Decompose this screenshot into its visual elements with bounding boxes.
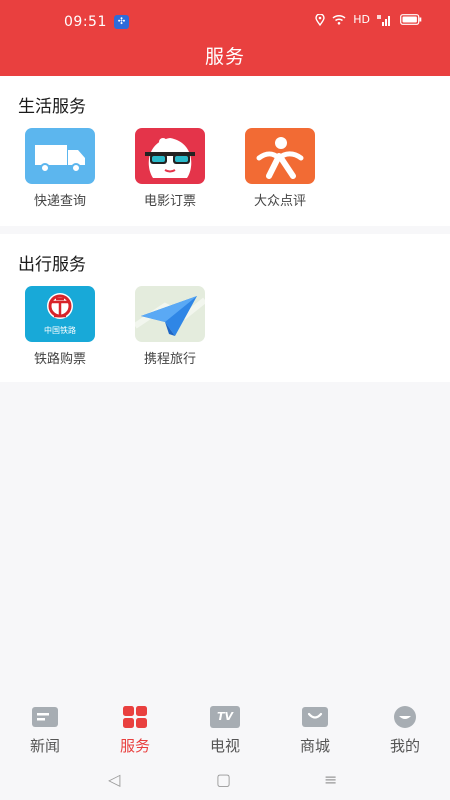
notification-icon: ✣	[114, 15, 129, 29]
news-icon	[31, 706, 59, 728]
railway-icon: 中国铁路	[25, 286, 95, 342]
service-tile-railway[interactable]: 中国铁路 铁路购票	[10, 286, 110, 367]
tab-mall[interactable]: 商城	[270, 700, 360, 762]
shop-icon	[301, 706, 329, 728]
movie-glasses-icon	[135, 128, 205, 184]
tab-news[interactable]: 新闻	[0, 700, 90, 762]
smile-icon	[391, 706, 419, 728]
tab-services[interactable]: 服务	[90, 700, 180, 762]
home-icon[interactable]: ▢	[216, 770, 231, 789]
service-tile-dianping[interactable]: 大众点评	[230, 128, 330, 209]
tile-label: 快递查询	[33, 194, 86, 209]
tile-label: 大众点评	[253, 194, 306, 209]
tab-tv[interactable]: TV 电视	[180, 700, 270, 762]
service-tile-movie[interactable]: 电影订票	[120, 128, 220, 209]
tab-label: 电视	[209, 737, 240, 755]
section-title: 生活服务	[18, 97, 86, 117]
menu-icon[interactable]: ≡	[324, 770, 337, 789]
travel-services-section: 出行服务 中国铁路 铁路购票 携程旅行	[0, 234, 450, 382]
network-type: HD	[353, 13, 370, 26]
tile-label: 铁路购票	[33, 352, 86, 367]
top-header: 09:51 ✣ HD 服务	[0, 0, 450, 76]
life-services-section: 生活服务 快递查询 电影订票 大众点评	[0, 76, 450, 226]
tv-icon: TV	[210, 706, 240, 728]
tile-label: 携程旅行	[143, 352, 196, 367]
page-title: 服务	[204, 46, 245, 68]
tab-label: 商城	[299, 737, 330, 755]
tab-profile[interactable]: 我的	[360, 700, 450, 762]
tab-label: 新闻	[29, 737, 60, 755]
status-icons: HD	[315, 13, 422, 26]
location-icon	[315, 13, 325, 26]
bottom-tab-bar: 新闻 服务 TV 电视 商城 我的	[0, 700, 450, 762]
tv-icon-text: TV	[210, 706, 240, 728]
dianping-icon	[245, 128, 315, 184]
tab-label: 服务	[119, 737, 150, 755]
clock: 09:51	[64, 14, 107, 30]
tile-label: 电影订票	[143, 194, 196, 209]
battery-icon	[400, 14, 422, 25]
service-tile-ctrip[interactable]: 携程旅行	[120, 286, 220, 367]
paper-plane-icon	[135, 286, 205, 342]
tab-label: 我的	[389, 737, 420, 755]
delivery-truck-icon	[25, 128, 95, 184]
back-icon[interactable]: ◁	[108, 770, 120, 789]
system-nav-bar: ◁ ▢ ≡	[0, 762, 450, 800]
railway-icon-text: 中国铁路	[44, 326, 76, 335]
wifi-icon	[332, 14, 346, 25]
grid-icon	[121, 706, 149, 728]
service-tile-express[interactable]: 快递查询	[10, 128, 110, 209]
signal-icon	[377, 14, 390, 26]
section-title: 出行服务	[18, 255, 86, 275]
status-bar: 09:51 ✣ HD	[0, 0, 450, 40]
